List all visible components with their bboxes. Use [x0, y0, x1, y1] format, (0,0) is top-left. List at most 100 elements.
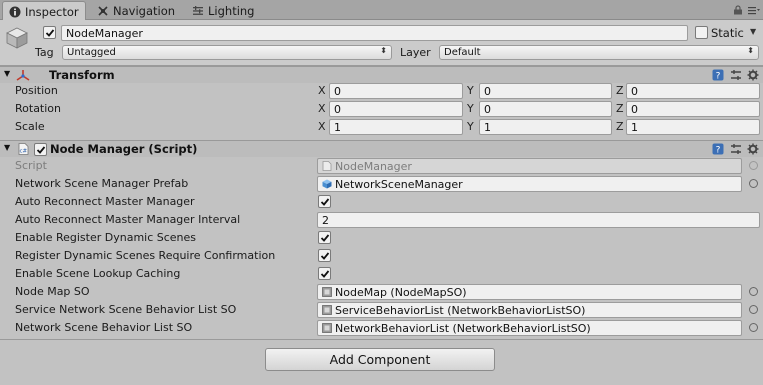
lock-icon[interactable] [733, 5, 743, 15]
network-list-label: Network Scene Behavior List SO [15, 321, 193, 334]
node-manager-header[interactable]: ▼ c# Node Manager (Script) ? [0, 140, 763, 157]
axis-x-label: X [318, 120, 326, 133]
preset-icon[interactable] [730, 69, 742, 81]
scale-x-input[interactable]: 1 [329, 119, 463, 135]
info-icon [9, 6, 21, 17]
position-label: Position [15, 84, 58, 97]
script-label: Script [15, 159, 47, 172]
tab-inspector[interactable]: Inspector [2, 1, 86, 21]
object-picker-icon [749, 161, 758, 170]
axis-x-label: X [318, 102, 326, 115]
prefab-value: NetworkSceneManager [335, 177, 463, 191]
scale-label: Scale [15, 120, 45, 133]
tab-lighting[interactable]: Lighting [186, 1, 260, 20]
axis-z-label: Z [616, 84, 624, 97]
object-name-input[interactable]: NodeManager [61, 25, 688, 41]
prefab-field[interactable]: NetworkSceneManager [317, 176, 742, 192]
position-z-input[interactable]: 0 [626, 83, 760, 99]
component-enabled-checkbox[interactable] [34, 143, 47, 156]
scale-z-input[interactable]: 1 [626, 119, 760, 135]
tab-navigation-label: Navigation [113, 3, 176, 18]
static-dropdown-arrow-icon[interactable]: ▼ [750, 27, 756, 36]
foldout-arrow-icon[interactable]: ▼ [4, 69, 10, 78]
foldout-arrow-icon[interactable]: ▼ [4, 143, 10, 152]
network-list-field[interactable]: NetworkBehaviorList (NetworkBehaviorList… [317, 320, 742, 336]
preset-icon[interactable] [730, 143, 742, 155]
tag-dropdown[interactable]: Untagged ⬍ [62, 45, 392, 60]
tab-bar: Inspector Navigation Lighting [0, 0, 763, 21]
gameobject-cube-icon [6, 27, 28, 49]
register-confirm-checkbox[interactable] [318, 249, 331, 262]
script-field: NodeManager [317, 158, 742, 174]
object-picker-icon[interactable] [749, 323, 758, 332]
static-checkbox[interactable] [695, 26, 708, 39]
enable-register-label: Enable Register Dynamic Scenes [15, 231, 197, 244]
help-icon[interactable]: ? [712, 143, 724, 155]
axis-x-label: X [318, 84, 326, 97]
object-header: NodeManager Static ▼ Tag Untagged ⬍ Laye… [0, 20, 763, 66]
script-value: NodeManager [335, 159, 412, 173]
tag-label: Tag [35, 46, 54, 59]
axis-z-label: Z [616, 102, 624, 115]
checkmark-icon [36, 145, 45, 154]
register-confirm-label: Register Dynamic Scenes Require Confirma… [15, 249, 276, 262]
auto-reconnect-interval-input[interactable]: 2 [317, 212, 760, 228]
prefab-cube-icon [322, 179, 332, 189]
rotation-x-input[interactable]: 0 [329, 101, 463, 117]
auto-reconnect-interval-label: Auto Reconnect Master Manager Interval [15, 213, 241, 226]
position-x-input[interactable]: 0 [329, 83, 463, 99]
svg-text:?: ? [716, 146, 721, 156]
context-menu-icon[interactable] [748, 5, 760, 15]
axis-y-label: Y [467, 102, 474, 115]
scriptable-object-icon [322, 323, 332, 333]
enable-register-checkbox[interactable] [318, 231, 331, 244]
tab-lighting-label: Lighting [208, 3, 255, 18]
network-list-value: NetworkBehaviorList (NetworkBehaviorList… [335, 321, 591, 335]
add-component-button[interactable]: Add Component [265, 348, 495, 371]
tag-value: Untagged [67, 47, 116, 58]
help-icon[interactable]: ? [712, 69, 724, 81]
object-picker-icon[interactable] [749, 305, 758, 314]
transform-title: Transform [49, 68, 115, 82]
gear-icon[interactable] [747, 143, 759, 155]
gear-icon[interactable] [747, 69, 759, 81]
axis-z-label: Z [616, 120, 624, 133]
rotation-y-input[interactable]: 0 [479, 101, 612, 117]
service-list-value: ServiceBehaviorList (NetworkBehaviorList… [335, 303, 586, 317]
service-list-field[interactable]: ServiceBehaviorList (NetworkBehaviorList… [317, 302, 742, 318]
object-picker-icon[interactable] [749, 179, 758, 188]
svg-text:c#: c# [19, 149, 27, 155]
layer-value: Default [444, 47, 481, 58]
prefab-label: Network Scene Manager Prefab [15, 177, 189, 190]
auto-reconnect-checkbox[interactable] [318, 195, 331, 208]
scene-lookup-label: Enable Scene Lookup Caching [15, 267, 181, 280]
service-list-label: Service Network Scene Behavior List SO [15, 303, 237, 316]
transform-header[interactable]: ▼ Transform ? [0, 66, 763, 83]
checkmark-icon [320, 251, 329, 260]
lighting-icon [193, 5, 203, 15]
axis-y-label: Y [467, 120, 474, 133]
chevron-updown-icon: ⬍ [380, 46, 387, 55]
position-y-input[interactable]: 0 [479, 83, 612, 99]
scriptable-object-icon [322, 305, 332, 315]
active-checkbox[interactable] [43, 26, 56, 39]
svg-text:?: ? [716, 72, 721, 82]
layer-label: Layer [400, 46, 431, 59]
auto-reconnect-label: Auto Reconnect Master Manager [15, 195, 195, 208]
static-label: Static [711, 26, 744, 40]
node-manager-title: Node Manager (Script) [50, 142, 198, 156]
csharp-script-icon: c# [18, 143, 29, 155]
checkmark-icon [320, 233, 329, 242]
rotation-z-input[interactable]: 0 [626, 101, 760, 117]
scale-y-input[interactable]: 1 [479, 119, 612, 135]
node-map-field[interactable]: NodeMap (NodeMapSO) [317, 284, 742, 300]
tab-navigation[interactable]: Navigation [91, 1, 181, 20]
transform-icon [16, 70, 30, 81]
scriptable-object-icon [322, 287, 332, 297]
object-picker-icon[interactable] [749, 287, 758, 296]
navigation-icon [98, 5, 108, 16]
scene-lookup-checkbox[interactable] [318, 267, 331, 280]
checkmark-icon [45, 28, 54, 37]
layer-dropdown[interactable]: Default ⬍ [439, 45, 759, 60]
node-map-value: NodeMap (NodeMapSO) [335, 285, 467, 299]
